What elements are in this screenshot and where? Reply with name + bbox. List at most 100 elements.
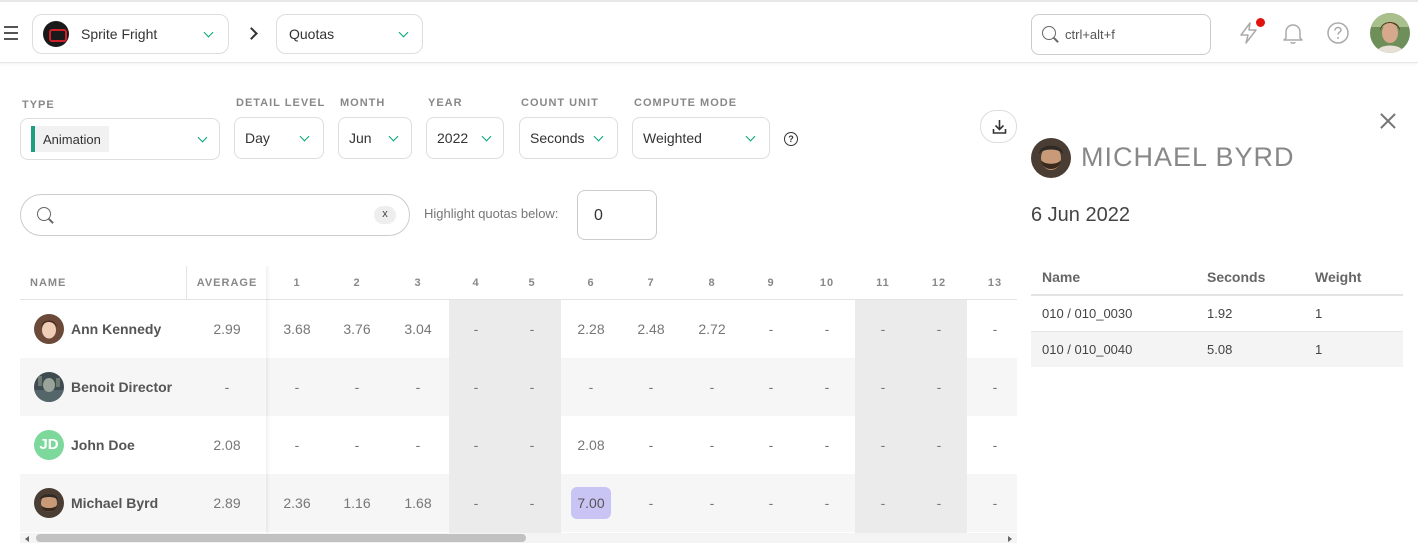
news-button[interactable] [1236, 18, 1265, 46]
day-cell[interactable]: - [451, 300, 501, 358]
day-cell[interactable]: - [858, 416, 908, 474]
close-icon[interactable] [1378, 111, 1398, 131]
download-button[interactable] [980, 110, 1017, 143]
global-search-input[interactable]: ctrl+alt+f [1031, 14, 1211, 55]
scroll-right-icon[interactable] [1008, 536, 1012, 542]
type-select[interactable]: Animation [20, 118, 220, 160]
table-row[interactable]: Benoit Director - - - - - - - - - - - - … [20, 358, 1017, 416]
day-cell[interactable]: 2.48 [626, 300, 676, 358]
person-name[interactable]: Ann Kennedy [71, 300, 161, 358]
day-cell[interactable]: 2.72 [687, 300, 737, 358]
detail-row[interactable]: 010 / 010_0030 1.92 1 [1031, 296, 1403, 332]
detail-seconds-header[interactable]: Seconds [1207, 266, 1265, 294]
day-cell[interactable]: - [451, 474, 501, 532]
day-cell[interactable]: 1.16 [332, 474, 382, 532]
day-cell[interactable]: - [858, 300, 908, 358]
day-cell[interactable]: - [858, 474, 908, 532]
person-name[interactable]: Benoit Director [71, 358, 172, 416]
day-cell[interactable]: - [332, 358, 382, 416]
detail-shot-name[interactable]: 010 / 010_0030 [1042, 296, 1132, 332]
detail-weight-header[interactable]: Weight [1315, 266, 1361, 294]
day-cell[interactable]: - [746, 358, 796, 416]
compute-mode-select[interactable]: Weighted [632, 117, 770, 159]
day-cell[interactable]: - [746, 416, 796, 474]
year-value: 2022 [437, 130, 469, 146]
day-cell[interactable]: - [393, 358, 443, 416]
year-select[interactable]: 2022 [426, 117, 504, 159]
selected-day-cell[interactable]: 7.00 [571, 487, 611, 519]
day-cell[interactable]: - [970, 358, 1017, 416]
day-cell[interactable]: - [272, 416, 322, 474]
production-selector[interactable]: Sprite Fright [32, 14, 229, 54]
menu-icon[interactable] [4, 26, 18, 40]
person-name[interactable]: John Doe [71, 416, 135, 474]
day-cell[interactable]: - [914, 474, 964, 532]
day-cell[interactable]: - [507, 416, 557, 474]
day-cell[interactable]: 3.76 [332, 300, 382, 358]
day-cell[interactable]: 3.68 [272, 300, 322, 358]
day-cell[interactable]: - [802, 300, 852, 358]
day-cell[interactable]: - [507, 300, 557, 358]
day-cell[interactable]: - [802, 416, 852, 474]
day-cell[interactable]: - [566, 358, 616, 416]
day-cell[interactable]: - [332, 416, 382, 474]
day-cell[interactable]: 2.36 [272, 474, 322, 532]
highlight-threshold-input[interactable]: 0 [577, 190, 657, 240]
day-cell[interactable]: - [687, 358, 737, 416]
horizontal-scrollbar[interactable] [20, 533, 1017, 543]
help-button[interactable] [1325, 20, 1351, 46]
page-selector[interactable]: Quotas [276, 14, 423, 54]
clear-search-button[interactable]: x [374, 206, 396, 224]
day-cell[interactable]: - [626, 358, 676, 416]
day-cell[interactable]: - [451, 358, 501, 416]
day-cell[interactable]: - [393, 416, 443, 474]
day-cell[interactable]: 3.04 [393, 300, 443, 358]
avatar [34, 372, 64, 402]
day-cell[interactable]: - [746, 300, 796, 358]
day-cell[interactable]: - [746, 474, 796, 532]
day-cell[interactable]: - [626, 416, 676, 474]
day-cell[interactable]: - [970, 474, 1017, 532]
people-search-input[interactable]: x [20, 194, 410, 236]
day-cell[interactable]: - [507, 474, 557, 532]
day-header: 7 [647, 277, 655, 289]
day-cell[interactable]: - [626, 474, 676, 532]
compute-mode-help-icon[interactable]: ? [784, 132, 798, 146]
detail-level-select[interactable]: Day [234, 117, 324, 159]
day-cell[interactable]: - [914, 300, 964, 358]
person-name[interactable]: Michael Byrd [71, 474, 158, 532]
count-unit-select[interactable]: Seconds [519, 117, 618, 159]
chevron-right-icon [245, 27, 258, 40]
day-cell[interactable]: - [687, 474, 737, 532]
day-cell[interactable]: 2.28 [566, 300, 616, 358]
day-cell[interactable]: 2.08 [566, 416, 616, 474]
day-cell[interactable]: - [451, 416, 501, 474]
avatar [34, 488, 64, 518]
average-header[interactable]: AVERAGE [187, 266, 267, 300]
day-cell[interactable]: - [272, 358, 322, 416]
day-cell[interactable]: - [970, 416, 1017, 474]
detail-row[interactable]: 010 / 010_0040 5.08 1 [1031, 331, 1403, 367]
detail-avatar [1031, 138, 1071, 178]
day-cell[interactable]: - [802, 474, 852, 532]
detail-name-header[interactable]: Name [1042, 266, 1080, 294]
day-cell[interactable]: - [858, 358, 908, 416]
user-avatar[interactable] [1370, 13, 1410, 53]
day-cell[interactable]: - [914, 358, 964, 416]
scroll-left-icon[interactable] [25, 536, 29, 542]
table-row[interactable]: JD John Doe 2.08 - - - - - 2.08 - - - - … [20, 416, 1017, 474]
day-cell[interactable]: - [507, 358, 557, 416]
day-cell[interactable]: - [802, 358, 852, 416]
chevron-down-icon [745, 131, 756, 142]
day-cell[interactable]: - [914, 416, 964, 474]
month-select[interactable]: Jun [338, 117, 412, 159]
table-row[interactable]: Michael Byrd 2.89 2.36 1.16 1.68 - - 7.0… [20, 474, 1017, 532]
day-cell[interactable]: 1.68 [393, 474, 443, 532]
name-header[interactable]: NAME [30, 266, 66, 300]
scrollbar-thumb[interactable] [36, 534, 526, 542]
day-cell[interactable]: - [970, 300, 1017, 358]
notifications-button[interactable] [1280, 20, 1306, 46]
detail-shot-name[interactable]: 010 / 010_0040 [1042, 332, 1132, 368]
table-row[interactable]: Ann Kennedy 2.99 3.68 3.76 3.04 - - 2.28… [20, 300, 1017, 358]
day-cell[interactable]: - [687, 416, 737, 474]
